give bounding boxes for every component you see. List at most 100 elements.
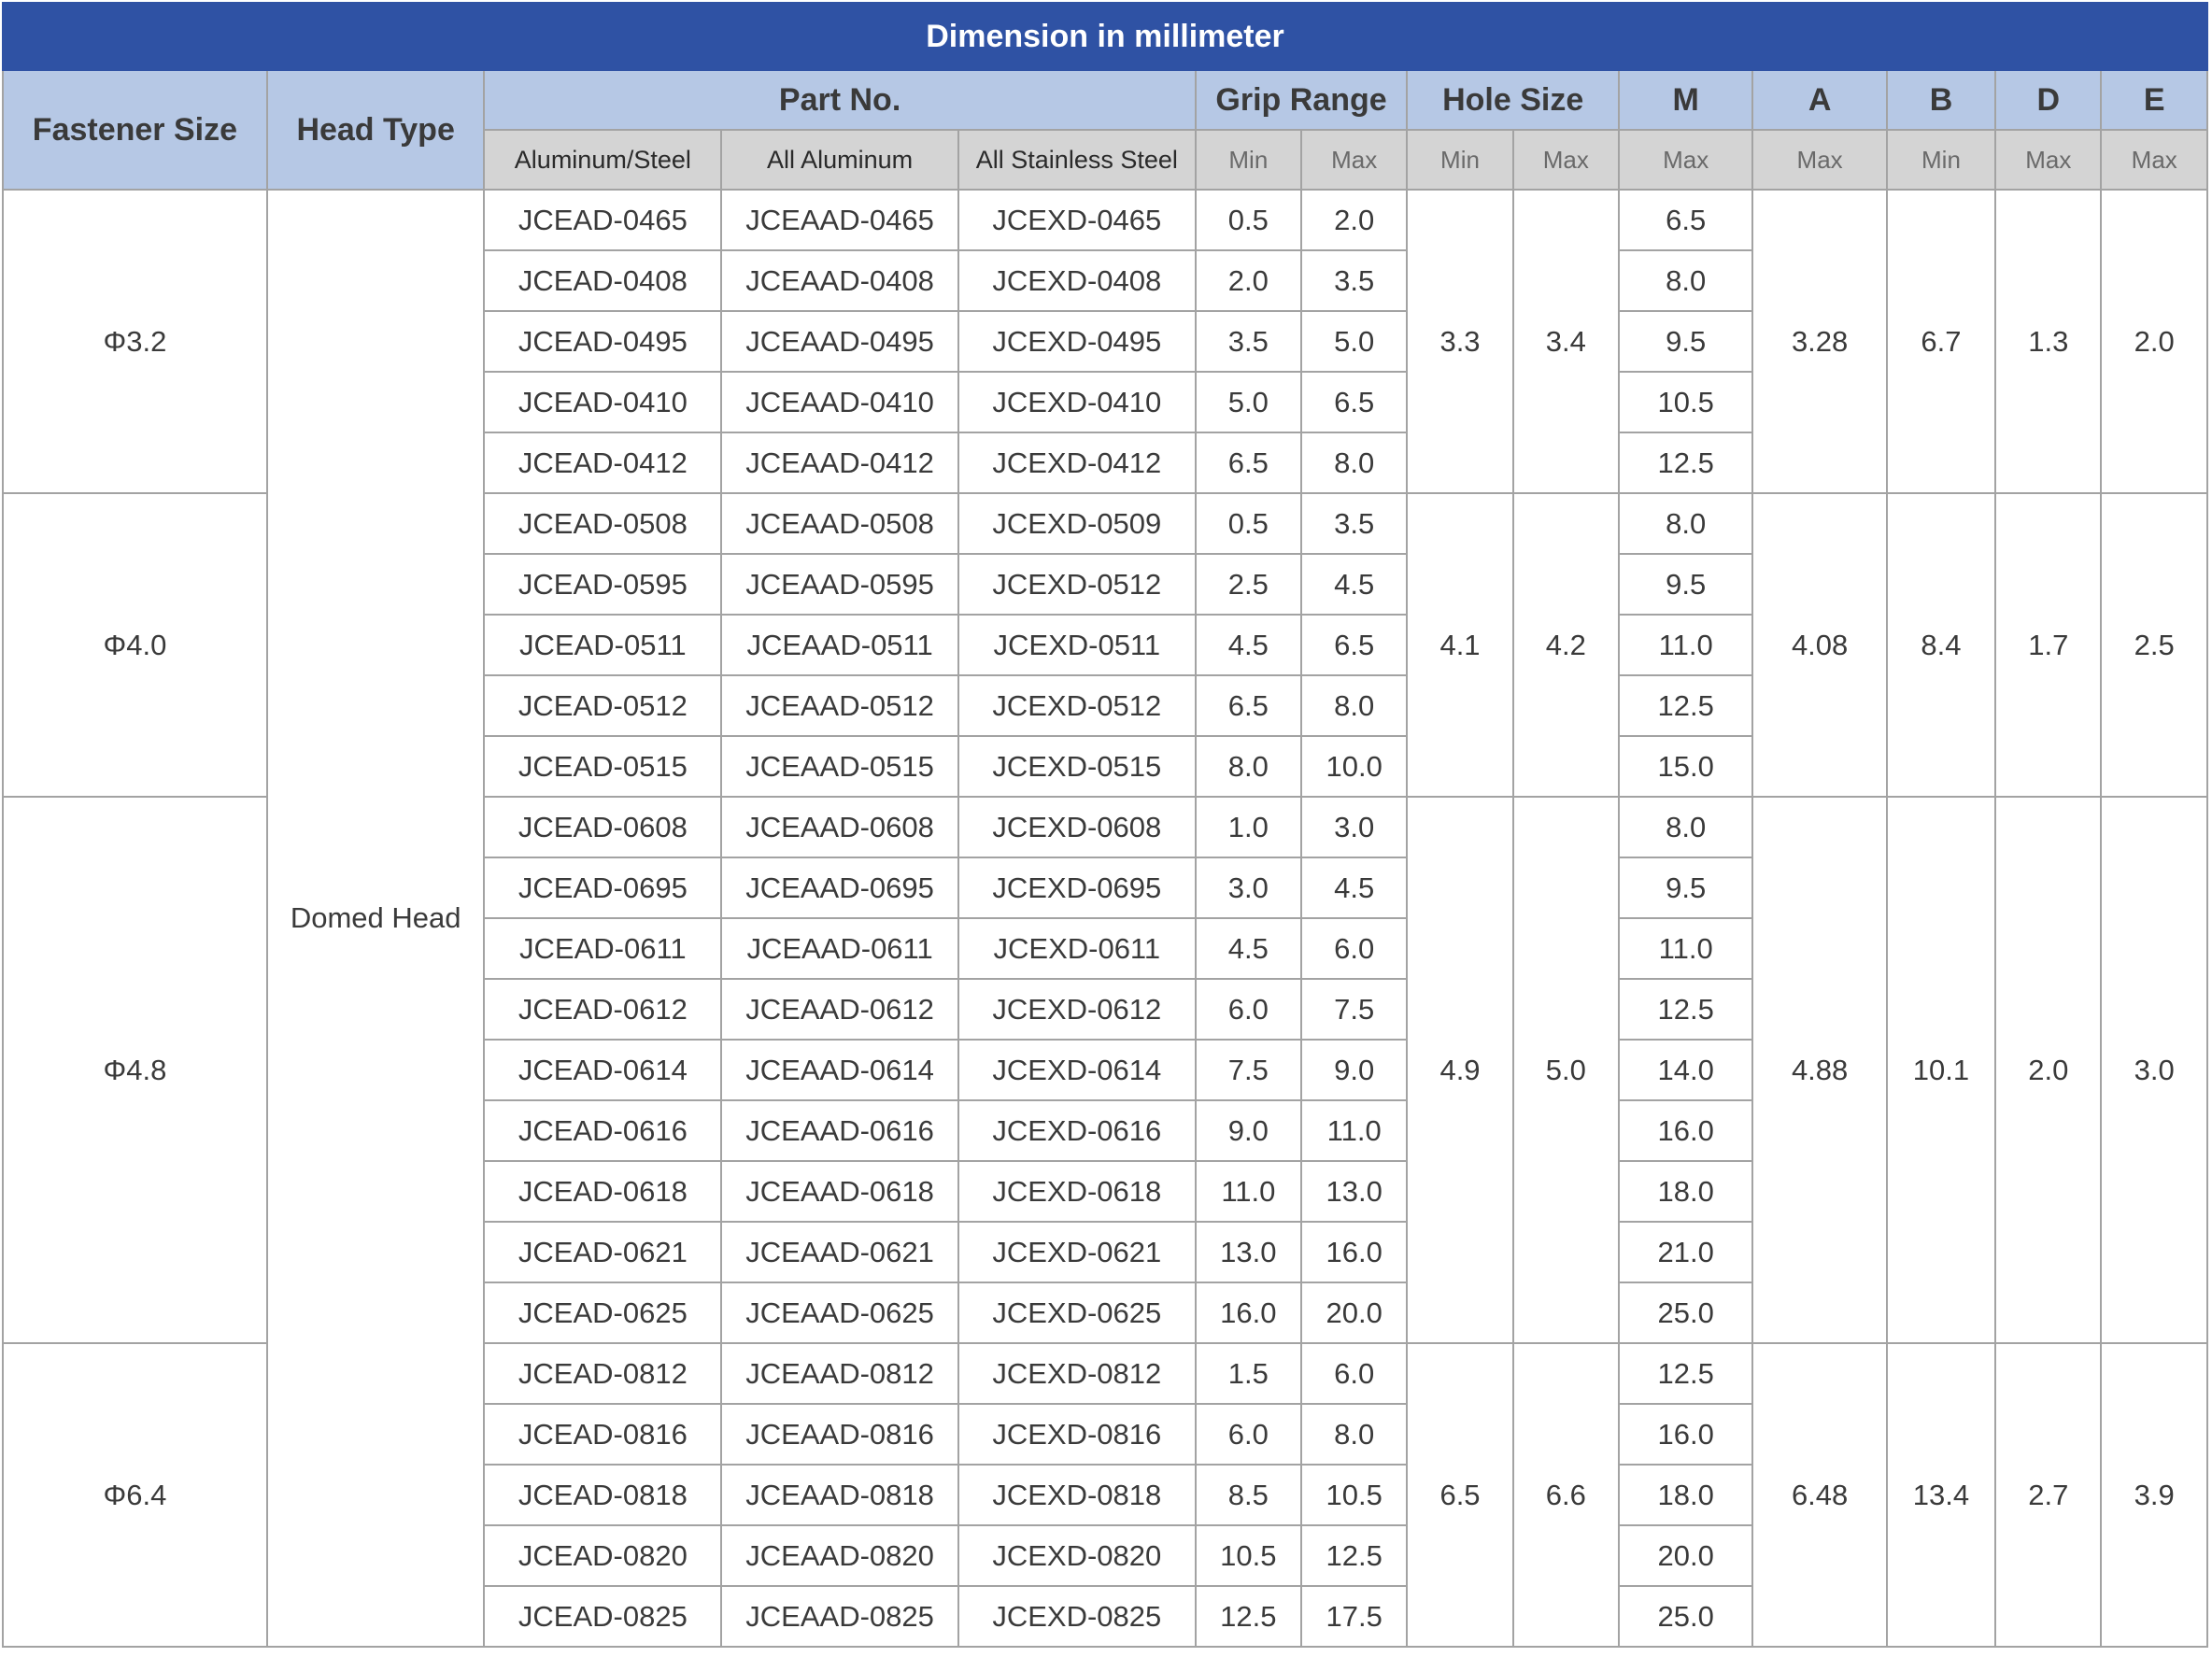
part-no-aluminum-steel: JCEAD-0618 xyxy=(483,1160,723,1223)
part-no-all-stainless: JCEXD-0465 xyxy=(957,189,1197,251)
spec-sheet: Dimension in millimeter Fastener Size He… xyxy=(0,0,2212,1657)
m-max-cell: 16.0 xyxy=(1617,1099,1754,1162)
fastener-size-cell: Φ4.8 xyxy=(2,796,268,1344)
grip-min-cell: 13.0 xyxy=(1194,1221,1303,1283)
part-no-all-stainless: JCEXD-0512 xyxy=(957,553,1197,616)
part-no-aluminum-steel: JCEAD-0612 xyxy=(483,978,723,1041)
part-no-aluminum-steel: JCEAD-0695 xyxy=(483,857,723,919)
grip-min-cell: 2.0 xyxy=(1194,249,1303,312)
m-max-cell: 11.0 xyxy=(1617,917,1754,980)
grip-min-cell: 0.5 xyxy=(1194,492,1303,555)
part-no-all-aluminum: JCEAAD-0818 xyxy=(720,1464,959,1526)
m-max-cell: 6.5 xyxy=(1617,189,1754,251)
part-no-all-aluminum: JCEAAD-0512 xyxy=(720,674,959,737)
part-no-all-aluminum: JCEAAD-0412 xyxy=(720,432,959,494)
m-max-cell: 15.0 xyxy=(1617,735,1754,798)
hole-min-cell: 4.9 xyxy=(1406,796,1514,1344)
part-no-all-stainless: JCEXD-0812 xyxy=(957,1342,1197,1405)
part-no-all-aluminum: JCEAAD-0410 xyxy=(720,371,959,433)
e-max-cell: 2.5 xyxy=(2100,492,2208,798)
e-max-cell: 3.9 xyxy=(2100,1342,2208,1648)
part-no-all-aluminum: JCEAAD-0515 xyxy=(720,735,959,798)
subheader-hole-min: Min xyxy=(1406,129,1514,191)
d-max-cell: 1.7 xyxy=(1994,492,2103,798)
m-max-cell: 18.0 xyxy=(1617,1464,1754,1526)
part-no-all-stainless: JCEXD-0618 xyxy=(957,1160,1197,1223)
part-no-all-aluminum: JCEAAD-0408 xyxy=(720,249,959,312)
grip-min-cell: 3.5 xyxy=(1194,310,1303,373)
m-max-cell: 12.5 xyxy=(1617,432,1754,494)
part-no-all-stainless: JCEXD-0820 xyxy=(957,1524,1197,1587)
subheader-all-aluminum: All Aluminum xyxy=(720,129,959,191)
grip-min-cell: 1.0 xyxy=(1194,796,1303,858)
d-max-cell: 2.0 xyxy=(1994,796,2103,1344)
grip-max-cell: 11.0 xyxy=(1300,1099,1409,1162)
grip-max-cell: 3.5 xyxy=(1300,249,1409,312)
m-max-cell: 12.5 xyxy=(1617,674,1754,737)
head-type-cell: Domed Head xyxy=(265,189,486,1648)
table-title: Dimension in millimeter xyxy=(2,2,2208,71)
part-no-all-stainless: JCEXD-0515 xyxy=(957,735,1197,798)
grip-max-cell: 7.5 xyxy=(1300,978,1409,1041)
dimension-table: Dimension in millimeter Fastener Size He… xyxy=(2,2,2208,1648)
grip-max-cell: 6.5 xyxy=(1300,614,1409,676)
part-no-all-aluminum: JCEAAD-0625 xyxy=(720,1282,959,1344)
part-no-all-aluminum: JCEAAD-0621 xyxy=(720,1221,959,1283)
hole-min-cell: 4.1 xyxy=(1406,492,1514,798)
part-no-all-stainless: JCEXD-0614 xyxy=(957,1039,1197,1101)
grip-min-cell: 6.5 xyxy=(1194,432,1303,494)
m-max-cell: 25.0 xyxy=(1617,1585,1754,1648)
m-max-cell: 12.5 xyxy=(1617,1342,1754,1405)
header-fastener-size: Fastener Size xyxy=(2,69,268,191)
b-min-cell: 8.4 xyxy=(1885,492,1997,798)
grip-min-cell: 2.5 xyxy=(1194,553,1303,616)
part-no-all-aluminum: JCEAAD-0611 xyxy=(720,917,959,980)
header-head-type: Head Type xyxy=(265,69,486,191)
part-no-all-stainless: JCEXD-0408 xyxy=(957,249,1197,312)
hole-max-cell: 3.4 xyxy=(1511,189,1621,494)
part-no-all-stainless: JCEXD-0625 xyxy=(957,1282,1197,1344)
grip-max-cell: 6.0 xyxy=(1300,917,1409,980)
part-no-all-aluminum: JCEAAD-0508 xyxy=(720,492,959,555)
m-max-cell: 16.0 xyxy=(1617,1403,1754,1466)
fastener-size-cell: Φ6.4 xyxy=(2,1342,268,1648)
grip-max-cell: 4.5 xyxy=(1300,857,1409,919)
subheader-a-max: Max xyxy=(1751,129,1888,191)
grip-max-cell: 10.5 xyxy=(1300,1464,1409,1526)
part-no-all-aluminum: JCEAAD-0616 xyxy=(720,1099,959,1162)
grip-min-cell: 4.5 xyxy=(1194,614,1303,676)
part-no-all-aluminum: JCEAAD-0608 xyxy=(720,796,959,858)
a-max-cell: 6.48 xyxy=(1751,1342,1888,1648)
table-body: Φ3.2 Domed Head JCEAD-0465 JCEAAD-0465 JCEXD… xyxy=(2,189,2208,1648)
grip-min-cell: 11.0 xyxy=(1194,1160,1303,1223)
part-no-all-stainless: JCEXD-0616 xyxy=(957,1099,1197,1162)
b-min-cell: 13.4 xyxy=(1885,1342,1997,1648)
m-max-cell: 9.5 xyxy=(1617,857,1754,919)
grip-max-cell: 20.0 xyxy=(1300,1282,1409,1344)
part-no-aluminum-steel: JCEAD-0595 xyxy=(483,553,723,616)
header-hole-size: Hole Size xyxy=(1406,69,1620,131)
part-no-aluminum-steel: JCEAD-0515 xyxy=(483,735,723,798)
subheader-aluminum-steel: Aluminum/Steel xyxy=(483,129,723,191)
fastener-size-cell: Φ4.0 xyxy=(2,492,268,798)
a-max-cell: 4.88 xyxy=(1751,796,1888,1344)
fastener-size-cell: Φ3.2 xyxy=(2,189,268,494)
grip-min-cell: 10.5 xyxy=(1194,1524,1303,1587)
m-max-cell: 14.0 xyxy=(1617,1039,1754,1101)
m-max-cell: 8.0 xyxy=(1617,492,1754,555)
grip-max-cell: 10.0 xyxy=(1300,735,1409,798)
d-max-cell: 1.3 xyxy=(1994,189,2103,494)
part-no-aluminum-steel: JCEAD-0408 xyxy=(483,249,723,312)
part-no-all-aluminum: JCEAAD-0595 xyxy=(720,553,959,616)
m-max-cell: 9.5 xyxy=(1617,310,1754,373)
grip-min-cell: 6.0 xyxy=(1194,978,1303,1041)
grip-min-cell: 1.5 xyxy=(1194,1342,1303,1405)
part-no-aluminum-steel: JCEAD-0820 xyxy=(483,1524,723,1587)
part-no-aluminum-steel: JCEAD-0412 xyxy=(483,432,723,494)
part-no-all-stainless: JCEXD-0512 xyxy=(957,674,1197,737)
grip-min-cell: 8.0 xyxy=(1194,735,1303,798)
header-d: D xyxy=(1994,69,2103,131)
grip-max-cell: 8.0 xyxy=(1300,674,1409,737)
e-max-cell: 3.0 xyxy=(2100,796,2208,1344)
d-max-cell: 2.7 xyxy=(1994,1342,2103,1648)
